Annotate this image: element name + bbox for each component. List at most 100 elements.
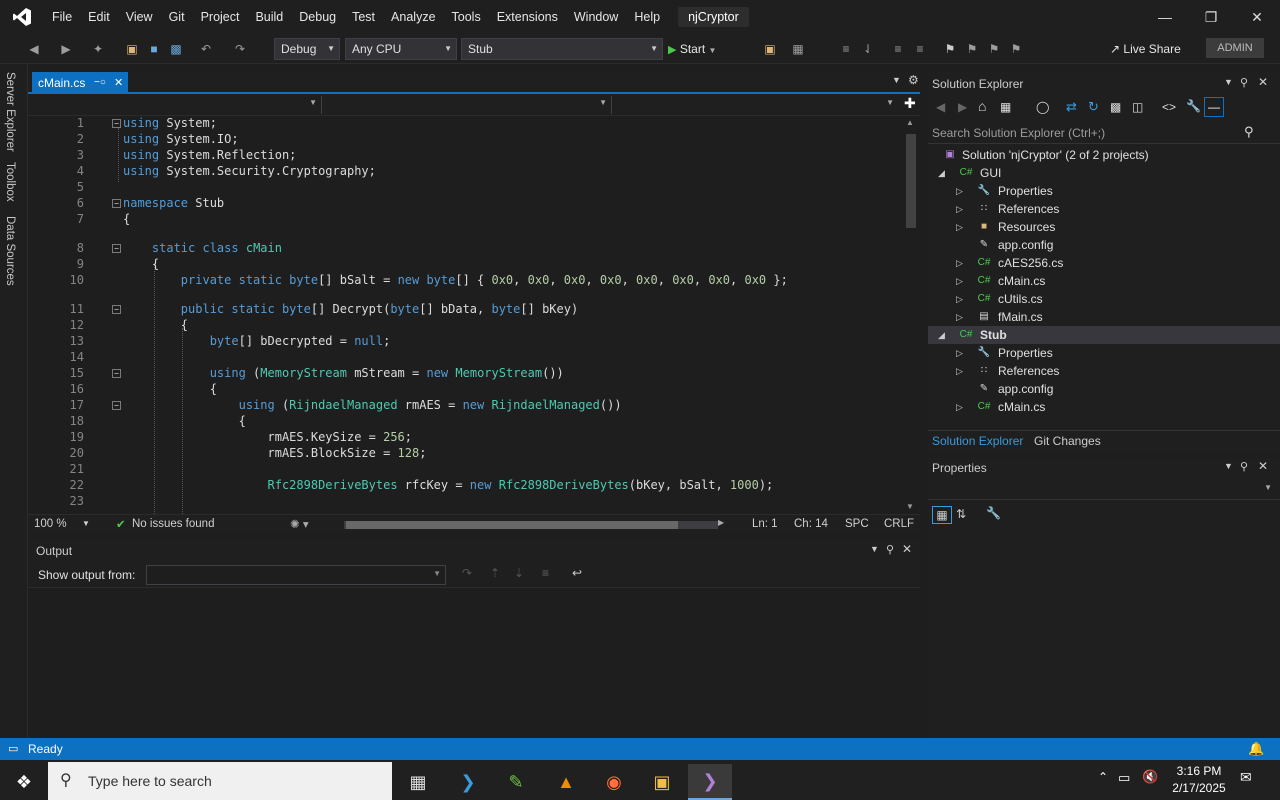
editor-vertical-scrollbar[interactable]: ▲ ▼	[902, 116, 920, 514]
tree-project-gui[interactable]: ◢ C# GUI	[928, 164, 1280, 182]
platform-select[interactable]: Any CPU ▼	[345, 38, 457, 60]
prev-message-icon[interactable]: ⇡	[490, 566, 500, 580]
menu-view[interactable]: View	[118, 0, 161, 34]
prop-object-select[interactable]: ▼	[928, 480, 1280, 500]
live-share-button[interactable]: ↗ Live Share	[1110, 34, 1181, 64]
undo-icon[interactable]: ↶	[198, 41, 214, 57]
search-icon[interactable]: ⚲	[1244, 124, 1254, 140]
se-forward-icon[interactable]: ▶	[958, 100, 967, 114]
fold-toggle-icon[interactable]: −	[112, 305, 121, 314]
collapse-icon[interactable]: ◢	[938, 164, 948, 182]
folder-icon[interactable]: ▣	[762, 41, 778, 57]
pending-changes-icon[interactable]: ◯	[1036, 100, 1049, 114]
collapse-all-icon[interactable]: ▩	[1110, 100, 1121, 114]
menu-window[interactable]: Window	[566, 0, 626, 34]
menu-help[interactable]: Help	[626, 0, 668, 34]
prop-menu-icon[interactable]: ▼	[1224, 461, 1233, 471]
network-icon[interactable]: ▭	[1118, 770, 1130, 786]
data-sources-tab[interactable]: Data Sources	[4, 216, 16, 286]
menu-test[interactable]: Test	[344, 0, 383, 34]
menu-analyze[interactable]: Analyze	[383, 0, 443, 34]
line-ending-indicator[interactable]: CRLF	[884, 518, 914, 530]
restore-icon[interactable]: ❐	[1188, 0, 1234, 34]
find-message-icon[interactable]: ↷	[462, 566, 472, 580]
tree-gui-cmain[interactable]: ▷ C# cMain.cs	[928, 272, 1280, 290]
switch-views-icon[interactable]: ▦	[1000, 100, 1011, 114]
menu-file[interactable]: File	[44, 0, 80, 34]
visual-studio-logo-icon[interactable]	[0, 0, 44, 34]
comment-icon[interactable]: ≡	[890, 41, 906, 57]
whitespace-indicator[interactable]: SPC	[845, 518, 869, 530]
clear-all-icon[interactable]: ≡	[542, 566, 549, 580]
menu-extensions[interactable]: Extensions	[489, 0, 566, 34]
vscode-icon[interactable]: ❯	[446, 764, 490, 800]
se-close-icon[interactable]: ✕	[1258, 75, 1268, 89]
server-explorer-tab[interactable]: Server Explorer	[4, 72, 16, 152]
open-folder-icon[interactable]: ▣	[124, 41, 140, 57]
vlc-icon[interactable]: ▲	[544, 764, 588, 800]
tree-stub-appconfig[interactable]: ✎ app.config	[928, 380, 1280, 398]
visual-studio-taskbar-icon[interactable]: ❯	[688, 764, 732, 800]
output-pin-icon[interactable]: ⚲	[886, 543, 894, 556]
split-icon[interactable]: ✚	[904, 95, 916, 112]
word-wrap-icon[interactable]: ↩	[572, 566, 582, 580]
forward-icon[interactable]: ▶	[58, 41, 74, 57]
prop-pin-icon[interactable]: ⚲	[1240, 460, 1248, 473]
alphabetical-icon[interactable]: ⇅	[956, 507, 966, 521]
code-editor[interactable]: − 1 using System; 2 using System.IO; 3 u…	[50, 116, 902, 514]
show-hidden-icons[interactable]: ⌃	[1098, 770, 1108, 784]
expand-icon[interactable]: ▷	[956, 182, 966, 200]
issues-status[interactable]: No issues found	[132, 518, 214, 530]
prev-bookmark-icon[interactable]: ⚑	[964, 41, 980, 57]
configuration-select[interactable]: Debug ▼	[274, 38, 340, 60]
tab-git-changes[interactable]: Git Changes	[1034, 434, 1101, 448]
firefox-icon[interactable]: ◉	[592, 764, 636, 800]
align-icon[interactable]: ≡	[838, 41, 854, 57]
screenshot-icon[interactable]: ▦	[790, 41, 806, 57]
menu-debug[interactable]: Debug	[291, 0, 344, 34]
expand-icon[interactable]: ▷	[956, 398, 966, 416]
expand-icon[interactable]: ▷	[956, 218, 966, 236]
expand-icon[interactable]: ▷	[956, 362, 966, 380]
expand-icon[interactable]: ▷	[956, 290, 966, 308]
menu-tools[interactable]: Tools	[444, 0, 489, 34]
pin-icon[interactable]: −○	[94, 72, 106, 94]
tree-gui-cutils[interactable]: ▷ C# cUtils.cs	[928, 290, 1280, 308]
collapse-icon[interactable]: ◢	[938, 326, 948, 344]
menu-project[interactable]: Project	[193, 0, 248, 34]
save-all-icon[interactable]: ▩	[168, 41, 184, 57]
tree-stub-references[interactable]: ▷ ∷ References	[928, 362, 1280, 380]
volume-muted-icon[interactable]: 🔇	[1142, 769, 1158, 785]
next-bookmark-icon[interactable]: ⚑	[986, 41, 1002, 57]
tab-solution-explorer[interactable]: Solution Explorer	[932, 434, 1023, 448]
tree-gui-appconfig[interactable]: ✎ app.config	[928, 236, 1280, 254]
zoom-dropdown-icon[interactable]: ▼	[82, 519, 90, 528]
taskbar-date[interactable]: 2/17/2025	[1166, 781, 1232, 795]
properties-wrench-icon[interactable]: 🔧	[1186, 99, 1201, 113]
menu-edit[interactable]: Edit	[80, 0, 118, 34]
notepad-plus-icon[interactable]: ✎	[494, 764, 538, 800]
expand-icon[interactable]: ▷	[956, 308, 966, 326]
tree-stub-properties[interactable]: ▷ 🔧 Properties	[928, 344, 1280, 362]
scrollbar-thumb[interactable]	[906, 134, 916, 228]
task-view-icon[interactable]: ▦	[396, 764, 440, 800]
fold-toggle-icon[interactable]: −	[112, 244, 121, 253]
project-nav-select[interactable]: ▼	[32, 96, 322, 114]
expand-icon[interactable]: ▷	[956, 200, 966, 218]
view-code-icon[interactable]: <>	[1162, 100, 1176, 114]
horizontal-scrollbar[interactable]	[344, 521, 718, 529]
type-nav-select[interactable]: ▼	[324, 96, 612, 114]
tab-close-icon[interactable]: ✕	[114, 72, 123, 94]
step-icon[interactable]: ⇃	[860, 41, 876, 57]
zoom-level[interactable]: 100 %	[34, 518, 67, 530]
redo-icon[interactable]: ↷	[232, 41, 248, 57]
output-source-select[interactable]: ▼	[146, 565, 446, 585]
tree-solution[interactable]: ▣ Solution 'njCryptor' (2 of 2 projects)	[928, 146, 1280, 164]
tree-gui-resources[interactable]: ▷ ■ Resources	[928, 218, 1280, 236]
clear-bookmarks-icon[interactable]: ⚑	[1008, 41, 1024, 57]
property-pages-icon[interactable]: 🔧	[986, 506, 1001, 520]
next-message-icon[interactable]: ⇣	[514, 566, 524, 580]
output-close-icon[interactable]: ✕	[902, 542, 912, 556]
scroll-right-icon[interactable]: ▶	[718, 518, 724, 527]
se-search-box[interactable]: Search Solution Explorer (Ctrl+;) ⚲	[928, 122, 1280, 144]
